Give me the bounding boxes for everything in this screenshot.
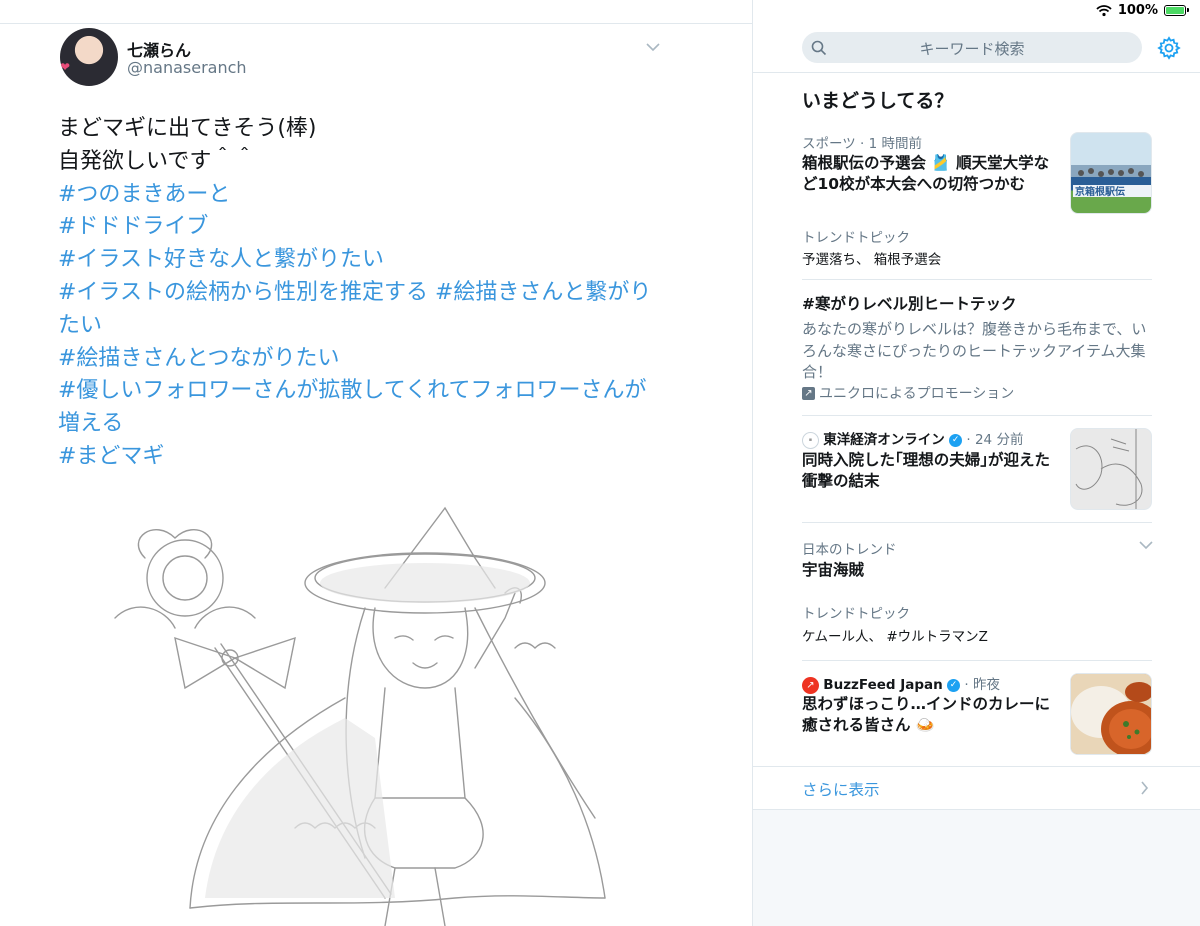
trend-name[interactable]: 宇宙海賊 bbox=[802, 560, 1064, 581]
hashtag-link[interactable]: 増える bbox=[58, 408, 658, 441]
hashtag-link[interactable]: #ドドドライブ bbox=[58, 211, 658, 244]
promoted-description: あなたの寒がりレベルは？腹巻きから毛布まで、いろんな寒さにぴったりのヒートテック… bbox=[802, 320, 1147, 381]
chevron-down-icon[interactable] bbox=[1139, 540, 1153, 550]
search-placeholder: キーワード検索 bbox=[919, 40, 1025, 58]
trend-meta: スポーツ · 1 時間前 bbox=[802, 136, 922, 152]
divider bbox=[0, 23, 752, 24]
verified-icon: ✓ bbox=[949, 433, 963, 447]
verified-icon: ✓ bbox=[947, 678, 961, 692]
news-headline[interactable]: 同時入院した｢理想の夫婦｣が迎えた衝撃の結末 bbox=[802, 450, 1064, 492]
source-logo-icon: ▪ bbox=[802, 431, 819, 449]
trend-meta: トレンドトピック bbox=[802, 230, 910, 246]
gear-icon[interactable] bbox=[1157, 36, 1181, 60]
news-time: · 昨夜 bbox=[964, 677, 1000, 693]
promoted-trend[interactable]: #寒がりレベル別ヒートテック bbox=[802, 294, 1152, 315]
news-headline[interactable]: 箱根駅伝の予選会 🎽 順天堂大学など10校が本大会への切符つかむ bbox=[802, 153, 1064, 195]
divider bbox=[802, 660, 1152, 661]
divider bbox=[802, 279, 1152, 280]
promoted-label[interactable]: ↗ ユニクロによるプロモーション bbox=[802, 383, 1014, 403]
tweet-line: まどマギに出てきそう(棒) bbox=[58, 116, 317, 141]
trend-meta: 日本のトレンド bbox=[802, 542, 897, 558]
hashtag-link[interactable]: #まどマギ bbox=[58, 441, 658, 474]
hashtag-link[interactable]: #イラストの絵柄から性別を推定する #絵描きさんと繋がり bbox=[58, 277, 658, 310]
news-source[interactable]: 東洋経済オンライン bbox=[823, 432, 945, 448]
user-handle[interactable]: @nanaseranch bbox=[127, 58, 247, 77]
hashtag-link[interactable]: たい bbox=[58, 310, 658, 343]
empty-background bbox=[753, 809, 1200, 926]
hashtag-link[interactable]: #絵描きさんとつながりたい bbox=[58, 343, 658, 376]
trend-topics[interactable]: ケムール人、 #ウルトラマンZ bbox=[802, 625, 988, 645]
tweet-pane: ❤ 七瀬らん @nanaseranch まどマギに出てきそう(棒) 自発欲しいで… bbox=[0, 0, 752, 926]
divider bbox=[753, 766, 1200, 767]
tweet-image[interactable] bbox=[95, 498, 635, 926]
battery-percent: 100% bbox=[1117, 3, 1158, 18]
divider bbox=[802, 522, 1152, 523]
news-headline[interactable]: 思わずほっこり…インドのカレーに癒される皆さん 🍛 bbox=[802, 694, 1064, 736]
chevron-right-icon[interactable] bbox=[1140, 781, 1149, 795]
news-thumbnail[interactable]: 京箱根駅伝 bbox=[1070, 132, 1152, 214]
news-time: · 24 分前 bbox=[966, 432, 1024, 448]
explore-pane: 100% キーワード検索 いまどうしてる？ スポーツ · 1 時間前 箱根駅伝の… bbox=[753, 0, 1200, 926]
trending-arrow-icon: ↗ bbox=[802, 676, 819, 694]
hashtag-link[interactable]: #優しいフォロワーさんが拡散してくれてフォロワーさんが bbox=[58, 375, 658, 408]
show-more-link[interactable]: さらに表示 bbox=[802, 778, 880, 800]
status-bar: 100% bbox=[1096, 3, 1189, 18]
tweet-text: まどマギに出てきそう(棒) 自発欲しいです＾＾ #つのまきあーと #ドドドライブ… bbox=[58, 113, 658, 474]
chevron-down-icon[interactable] bbox=[645, 40, 661, 54]
hashtag-link[interactable]: #つのまきあーと bbox=[58, 179, 658, 212]
news-thumbnail[interactable] bbox=[1070, 428, 1152, 510]
trend-topics[interactable]: 予選落ち、 箱根予選会 bbox=[802, 248, 941, 268]
heart-icon: ❤ bbox=[60, 60, 71, 74]
news-source[interactable]: BuzzFeed Japan bbox=[823, 677, 942, 693]
svg-text:京箱根駅伝: 京箱根駅伝 bbox=[1075, 185, 1125, 198]
battery-icon bbox=[1164, 5, 1189, 16]
news-thumbnail[interactable] bbox=[1070, 673, 1152, 755]
divider bbox=[802, 415, 1152, 416]
search-input[interactable]: キーワード検索 bbox=[802, 32, 1142, 63]
promoted-text: ユニクロによるプロモーション bbox=[819, 386, 1015, 402]
divider bbox=[753, 72, 1200, 73]
tweet-line: 自発欲しいです＾＾ bbox=[58, 148, 256, 174]
news-source-row: ▪ 東洋経済オンライン ✓ · 24 分前 bbox=[802, 428, 1023, 449]
section-title: いまどうしてる？ bbox=[802, 90, 954, 112]
trend-meta: トレンドトピック bbox=[802, 606, 910, 622]
hashtag-link[interactable]: #イラスト好きな人と繋がりたい bbox=[58, 244, 658, 277]
wifi-icon bbox=[1096, 4, 1112, 16]
promoted-icon: ↗ bbox=[802, 386, 815, 400]
news-source-row: ↗ BuzzFeed Japan ✓ · 昨夜 bbox=[802, 673, 1000, 694]
avatar[interactable]: ❤ bbox=[60, 28, 118, 86]
